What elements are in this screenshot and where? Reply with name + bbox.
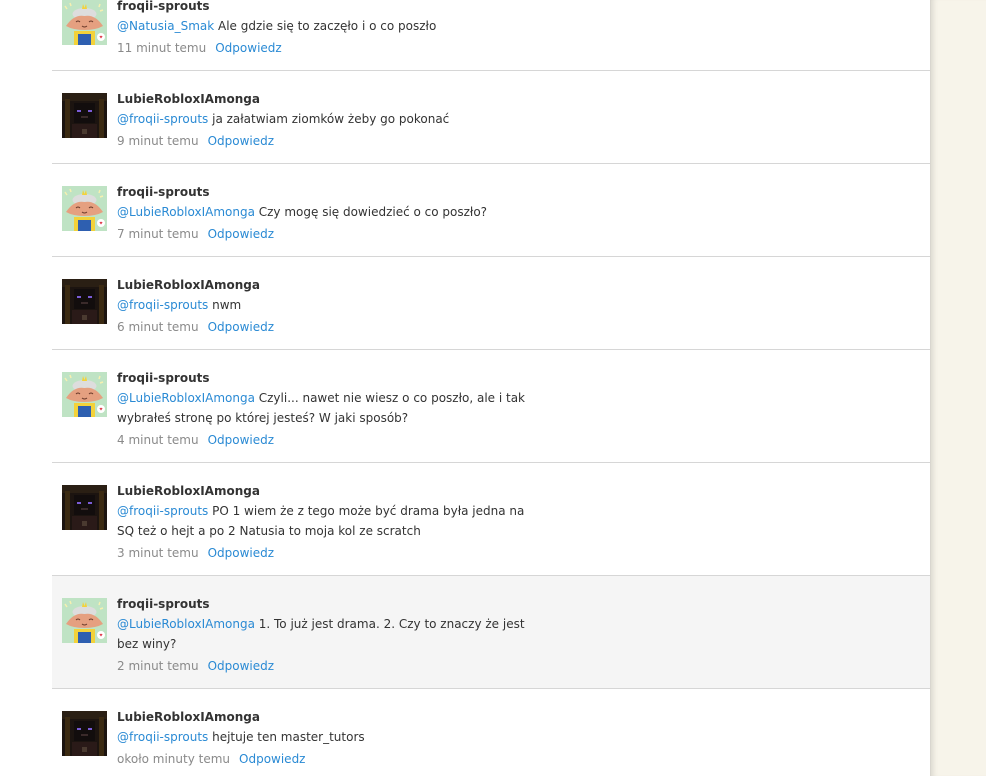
comment-text: @Natusia_Smak Ale gdzie się to zaczęło i… bbox=[117, 16, 527, 36]
mention-link[interactable]: @LubieRobloxIAmonga bbox=[117, 205, 255, 219]
comment-content: Czy mogę się dowiedzieć o co poszło? bbox=[254, 205, 488, 219]
left-margin bbox=[0, 0, 52, 776]
comment-author[interactable]: LubieRobloxIAmonga bbox=[117, 277, 527, 295]
comment-list: froqii-sprouts @Natusia_Smak Ale gdzie s… bbox=[52, 0, 930, 776]
mention-link[interactable]: @froqii-sprouts bbox=[117, 730, 208, 744]
comment-text: @froqii-sprouts PO 1 wiem że z tego może… bbox=[117, 501, 527, 541]
comment-time: 11 minut temu bbox=[117, 41, 207, 55]
comment-item: froqii-sprouts @Natusia_Smak Ale gdzie s… bbox=[52, 0, 930, 71]
frog-avatar[interactable] bbox=[62, 0, 107, 45]
frog-avatar[interactable] bbox=[62, 598, 107, 643]
comment-time: 4 minut temu bbox=[117, 433, 199, 447]
comment-meta: 11 minut temu Odpowiedz bbox=[117, 40, 527, 56]
comment-text: @froqii-sprouts nwm bbox=[117, 295, 527, 315]
reply-button[interactable]: Odpowiedz bbox=[208, 134, 274, 148]
comment-text: @LubieRobloxIAmonga Czyli... nawet nie w… bbox=[117, 388, 527, 428]
comment-text: @froqii-sprouts hejtuje ten master_tutor… bbox=[117, 727, 527, 747]
comment-item: LubieRobloxIAmonga @froqii-sprouts ja za… bbox=[52, 71, 930, 164]
comment-text: @LubieRobloxIAmonga 1. To już jest drama… bbox=[117, 614, 527, 654]
dark-avatar[interactable] bbox=[62, 485, 107, 530]
page-background-right bbox=[930, 0, 986, 776]
comment-time: 7 minut temu bbox=[117, 227, 199, 241]
comment-text: @LubieRobloxIAmonga Czy mogę się dowiedz… bbox=[117, 202, 527, 222]
comment-content: nwm bbox=[208, 298, 242, 312]
comment-time: 9 minut temu bbox=[117, 134, 199, 148]
mention-link[interactable]: @LubieRobloxIAmonga bbox=[117, 391, 255, 405]
comment-meta: 3 minut temu Odpowiedz bbox=[117, 545, 527, 561]
comment-item: froqii-sprouts @LubieRobloxIAmonga Czy m… bbox=[52, 164, 930, 257]
comment-content: ja załatwiam ziomków żeby go pokonać bbox=[208, 112, 450, 126]
comment-meta: około minuty temu Odpowiedz bbox=[117, 751, 527, 767]
reply-button[interactable]: Odpowiedz bbox=[208, 659, 274, 673]
comment-time: 3 minut temu bbox=[117, 546, 199, 560]
comment-content: hejtuje ten master_tutors bbox=[208, 730, 365, 744]
comment-author[interactable]: froqii-sprouts bbox=[117, 184, 527, 202]
mention-link[interactable]: @LubieRobloxIAmonga bbox=[117, 617, 255, 631]
comment-author[interactable]: LubieRobloxIAmonga bbox=[117, 709, 527, 727]
mention-link[interactable]: @froqii-sprouts bbox=[117, 298, 208, 312]
page: froqii-sprouts @Natusia_Smak Ale gdzie s… bbox=[0, 0, 986, 776]
comment-time: 6 minut temu bbox=[117, 320, 199, 334]
dark-avatar[interactable] bbox=[62, 711, 107, 756]
comment-meta: 2 minut temu Odpowiedz bbox=[117, 658, 527, 674]
mention-link[interactable]: @Natusia_Smak bbox=[117, 19, 214, 33]
comment-meta: 4 minut temu Odpowiedz bbox=[117, 432, 527, 448]
dark-avatar[interactable] bbox=[62, 279, 107, 324]
comment-author[interactable]: froqii-sprouts bbox=[117, 370, 527, 388]
mention-link[interactable]: @froqii-sprouts bbox=[117, 504, 208, 518]
comment-time: około minuty temu bbox=[117, 752, 231, 766]
comment-author[interactable]: LubieRobloxIAmonga bbox=[117, 483, 527, 501]
comment-time: 2 minut temu bbox=[117, 659, 199, 673]
comment-meta: 7 minut temu Odpowiedz bbox=[117, 226, 527, 242]
comment-author[interactable]: froqii-sprouts bbox=[117, 0, 527, 16]
comment-item: froqii-sprouts @LubieRobloxIAmonga Czyli… bbox=[52, 350, 930, 463]
frog-avatar[interactable] bbox=[62, 186, 107, 231]
comment-content: Ale gdzie się to zaczęło i o co poszło bbox=[214, 19, 437, 33]
comment-author[interactable]: froqii-sprouts bbox=[117, 596, 527, 614]
frog-avatar[interactable] bbox=[62, 372, 107, 417]
reply-button[interactable]: Odpowiedz bbox=[215, 41, 281, 55]
reply-button[interactable]: Odpowiedz bbox=[208, 227, 274, 241]
comment-meta: 9 minut temu Odpowiedz bbox=[117, 133, 527, 149]
comment-text: @froqii-sprouts ja załatwiam ziomków żeb… bbox=[117, 109, 527, 129]
reply-button[interactable]: Odpowiedz bbox=[208, 433, 274, 447]
reply-button[interactable]: Odpowiedz bbox=[239, 752, 305, 766]
comment-item: LubieRobloxIAmonga @froqii-sprouts nwm 6… bbox=[52, 257, 930, 350]
comment-item: LubieRobloxIAmonga @froqii-sprouts hejtu… bbox=[52, 689, 930, 776]
dark-avatar[interactable] bbox=[62, 93, 107, 138]
comment-author[interactable]: LubieRobloxIAmonga bbox=[117, 91, 527, 109]
comment-item: LubieRobloxIAmonga @froqii-sprouts PO 1 … bbox=[52, 463, 930, 576]
comment-item: froqii-sprouts @LubieRobloxIAmonga 1. To… bbox=[52, 576, 930, 689]
mention-link[interactable]: @froqii-sprouts bbox=[117, 112, 208, 126]
reply-button[interactable]: Odpowiedz bbox=[208, 546, 274, 560]
reply-button[interactable]: Odpowiedz bbox=[208, 320, 274, 334]
comment-meta: 6 minut temu Odpowiedz bbox=[117, 319, 527, 335]
